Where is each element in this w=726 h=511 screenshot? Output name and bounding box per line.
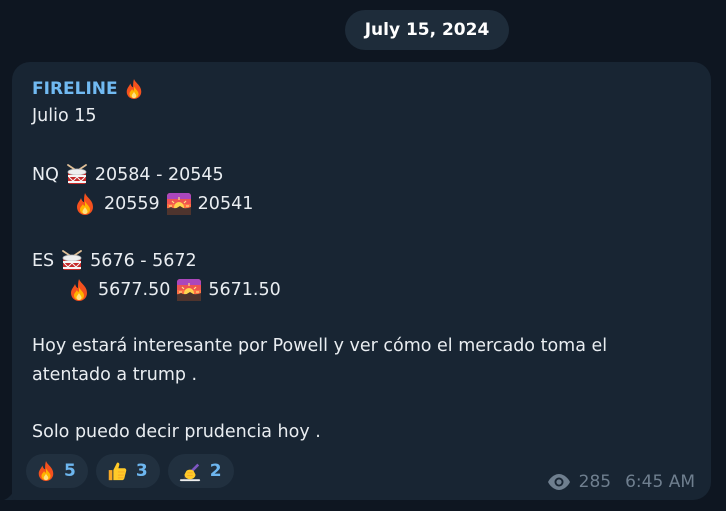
paragraph-one-line-one: Hoy estará interesante por Powell y ver … bbox=[32, 336, 608, 356]
date-separator-label: July 15, 2024 bbox=[364, 20, 490, 40]
nq-levels-line: 20559 20541 bbox=[74, 192, 253, 216]
reaction-writing-hand[interactable]: 2 bbox=[167, 454, 234, 488]
es-up-level: 5677.50 bbox=[98, 280, 171, 300]
paragraph-one-line-two: atentado a trump . bbox=[32, 365, 198, 385]
nq-label: NQ bbox=[32, 165, 59, 185]
reaction-count: 3 bbox=[135, 461, 148, 481]
es-down-level: 5671.50 bbox=[208, 280, 281, 300]
nq-down-level: 20541 bbox=[197, 194, 254, 214]
fire-icon bbox=[74, 192, 96, 216]
message-bubble[interactable]: FIRELINE Julio 15 NQ 20584 - 20545 20559… bbox=[12, 62, 711, 500]
es-range: 5676 - 5672 bbox=[90, 251, 197, 271]
message-line: atentado a trump . bbox=[32, 365, 197, 385]
reaction-thumbs-up[interactable]: 3 bbox=[95, 454, 160, 488]
writing-hand-icon bbox=[178, 460, 202, 482]
fire-icon bbox=[124, 78, 144, 100]
eye-icon bbox=[547, 474, 571, 490]
drum-icon bbox=[60, 249, 84, 273]
paragraph-two: Solo puedo decir prudencia hoy . bbox=[32, 422, 321, 442]
sender-label: FIRELINE bbox=[32, 79, 118, 99]
es-label: ES bbox=[32, 251, 55, 271]
nq-up-level: 20559 bbox=[104, 194, 160, 214]
reaction-count: 2 bbox=[209, 461, 222, 481]
sender-name[interactable]: FIRELINE bbox=[32, 78, 144, 100]
es-range-line: ES 5676 - 5672 bbox=[32, 249, 197, 273]
view-count: 285 bbox=[578, 472, 612, 492]
message-time: 6:45 AM bbox=[625, 472, 695, 492]
thumbs-up-icon bbox=[106, 460, 128, 482]
fire-icon bbox=[36, 460, 56, 482]
message-line: Julio 15 bbox=[32, 106, 97, 126]
date-separator: July 15, 2024 bbox=[345, 10, 509, 50]
date-line-text: Julio 15 bbox=[32, 106, 97, 126]
drum-icon bbox=[65, 163, 89, 187]
nq-range-line: NQ 20584 - 20545 bbox=[32, 163, 224, 187]
sunset-icon bbox=[167, 193, 191, 215]
nq-range: 20584 - 20545 bbox=[94, 165, 224, 185]
reactions-bar: 5 3 2 bbox=[26, 454, 234, 488]
reaction-count: 5 bbox=[64, 461, 76, 481]
es-levels-line: 5677.50 5671.50 bbox=[68, 278, 281, 302]
reaction-fire[interactable]: 5 bbox=[26, 454, 88, 488]
message-line: Hoy estará interesante por Powell y ver … bbox=[32, 336, 607, 356]
message-line: Solo puedo decir prudencia hoy . bbox=[32, 422, 321, 442]
message-meta: 285 6:45 AM bbox=[547, 472, 695, 492]
fire-icon bbox=[68, 278, 90, 302]
sunset-icon bbox=[177, 279, 201, 301]
